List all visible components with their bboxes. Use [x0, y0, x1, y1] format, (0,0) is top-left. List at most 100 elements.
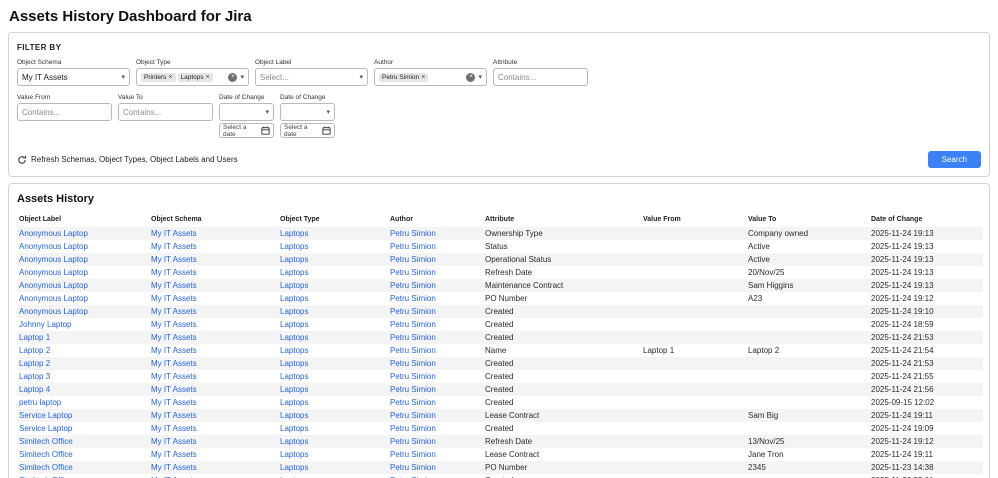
- date-to-operator-select[interactable]: ▾: [280, 103, 335, 121]
- link-object-type[interactable]: Laptops: [280, 346, 308, 355]
- link-object-type[interactable]: Laptops: [280, 333, 308, 342]
- link-object-type[interactable]: Laptops: [280, 385, 308, 394]
- link-object-type[interactable]: Laptops: [280, 281, 308, 290]
- link-object-label[interactable]: Anonymous Laptop: [19, 268, 88, 277]
- link-object-label[interactable]: petru laptop: [19, 398, 61, 407]
- link-object-label[interactable]: Anonymous Laptop: [19, 307, 88, 316]
- link-author[interactable]: Petru Simion: [390, 242, 436, 251]
- link-author[interactable]: Petru Simion: [390, 255, 436, 264]
- link-object-label[interactable]: Service Laptop: [19, 411, 72, 420]
- search-button[interactable]: Search: [928, 151, 981, 168]
- link-author[interactable]: Petru Simion: [390, 320, 436, 329]
- link-object-type[interactable]: Laptops: [280, 268, 308, 277]
- link-object-schema[interactable]: My IT Assets: [151, 294, 197, 303]
- author-multiselect[interactable]: Petru Simion× × ▾: [374, 68, 487, 86]
- link-object-type[interactable]: Laptops: [280, 411, 308, 420]
- date-to-picker[interactable]: Select a date: [280, 123, 335, 138]
- chip-remove-icon[interactable]: ×: [206, 74, 210, 81]
- link-object-type[interactable]: Laptops: [280, 372, 308, 381]
- link-object-label[interactable]: Simitech Office: [19, 437, 73, 446]
- link-object-type[interactable]: Laptops: [280, 229, 308, 238]
- link-object-label[interactable]: Anonymous Laptop: [19, 294, 88, 303]
- link-author[interactable]: Petru Simion: [390, 411, 436, 420]
- link-object-schema[interactable]: My IT Assets: [151, 411, 197, 420]
- link-object-label[interactable]: Laptop 4: [19, 385, 50, 394]
- link-author[interactable]: Petru Simion: [390, 307, 436, 316]
- chip-remove-icon[interactable]: ×: [168, 74, 172, 81]
- cell-object-schema: My IT Assets: [149, 331, 278, 344]
- link-object-schema[interactable]: My IT Assets: [151, 307, 197, 316]
- link-object-schema[interactable]: My IT Assets: [151, 372, 197, 381]
- link-author[interactable]: Petru Simion: [390, 294, 436, 303]
- link-author[interactable]: Petru Simion: [390, 281, 436, 290]
- link-object-label[interactable]: Simitech Office: [19, 450, 73, 459]
- link-object-schema[interactable]: My IT Assets: [151, 398, 197, 407]
- link-object-type[interactable]: Laptops: [280, 294, 308, 303]
- value-from-input[interactable]: [17, 103, 112, 121]
- link-author[interactable]: Petru Simion: [390, 359, 436, 368]
- link-object-type[interactable]: Laptops: [280, 450, 308, 459]
- cell-date-of-change: 2025-11-24 19:12: [869, 435, 983, 448]
- link-author[interactable]: Petru Simion: [390, 398, 436, 407]
- link-object-label[interactable]: Laptop 3: [19, 372, 50, 381]
- refresh-link[interactable]: Refresh Schemas, Object Types, Object La…: [17, 155, 238, 165]
- link-object-schema[interactable]: My IT Assets: [151, 463, 197, 472]
- link-object-label[interactable]: Service Laptop: [19, 424, 72, 433]
- link-object-label[interactable]: Anonymous Laptop: [19, 229, 88, 238]
- link-object-label[interactable]: Laptop 1: [19, 333, 50, 342]
- link-object-label[interactable]: Laptop 2: [19, 346, 50, 355]
- link-author[interactable]: Petru Simion: [390, 437, 436, 446]
- link-object-schema[interactable]: My IT Assets: [151, 268, 197, 277]
- cell-attribute: Lease Contract: [483, 409, 641, 422]
- attribute-input[interactable]: [493, 68, 588, 86]
- link-object-schema[interactable]: My IT Assets: [151, 346, 197, 355]
- link-object-schema[interactable]: My IT Assets: [151, 450, 197, 459]
- link-object-type[interactable]: Laptops: [280, 307, 308, 316]
- link-object-schema[interactable]: My IT Assets: [151, 255, 197, 264]
- link-author[interactable]: Petru Simion: [390, 268, 436, 277]
- link-author[interactable]: Petru Simion: [390, 385, 436, 394]
- clear-all-icon[interactable]: ×: [228, 73, 237, 82]
- link-object-type[interactable]: Laptops: [280, 437, 308, 446]
- link-object-type[interactable]: Laptops: [280, 320, 308, 329]
- date-from-operator-select[interactable]: ▾: [219, 103, 274, 121]
- date-from-picker[interactable]: Select a date: [219, 123, 274, 138]
- link-object-label[interactable]: Anonymous Laptop: [19, 281, 88, 290]
- link-object-schema[interactable]: My IT Assets: [151, 359, 197, 368]
- link-object-type[interactable]: Laptops: [280, 255, 308, 264]
- link-object-label[interactable]: Johnny Laptop: [19, 320, 72, 329]
- cell-date-of-change: 2025-11-24 21:56: [869, 383, 983, 396]
- link-object-label[interactable]: Laptop 2: [19, 359, 50, 368]
- object-label-select[interactable]: Select... ▾: [255, 68, 368, 86]
- link-author[interactable]: Petru Simion: [390, 346, 436, 355]
- link-object-schema[interactable]: My IT Assets: [151, 281, 197, 290]
- link-object-schema[interactable]: My IT Assets: [151, 333, 197, 342]
- link-object-type[interactable]: Laptops: [280, 424, 308, 433]
- link-object-type[interactable]: Laptops: [280, 463, 308, 472]
- cell-attribute: Created: [483, 331, 641, 344]
- link-author[interactable]: Petru Simion: [390, 229, 436, 238]
- link-author[interactable]: Petru Simion: [390, 450, 436, 459]
- value-to-input[interactable]: [118, 103, 213, 121]
- link-object-type[interactable]: Laptops: [280, 398, 308, 407]
- link-author[interactable]: Petru Simion: [390, 333, 436, 342]
- link-object-label[interactable]: Anonymous Laptop: [19, 255, 88, 264]
- link-author[interactable]: Petru Simion: [390, 424, 436, 433]
- link-object-schema[interactable]: My IT Assets: [151, 229, 197, 238]
- link-author[interactable]: Petru Simion: [390, 372, 436, 381]
- object-type-multiselect[interactable]: Printers×Laptops× × ▾: [136, 68, 249, 86]
- link-object-schema[interactable]: My IT Assets: [151, 385, 197, 394]
- chip-remove-icon[interactable]: ×: [421, 74, 425, 81]
- link-object-schema[interactable]: My IT Assets: [151, 320, 197, 329]
- link-object-label[interactable]: Simitech Office: [19, 463, 73, 472]
- link-author[interactable]: Petru Simion: [390, 463, 436, 472]
- link-object-type[interactable]: Laptops: [280, 242, 308, 251]
- link-object-schema[interactable]: My IT Assets: [151, 242, 197, 251]
- link-object-label[interactable]: Anonymous Laptop: [19, 242, 88, 251]
- object-schema-select[interactable]: My IT Assets ▾: [17, 68, 130, 86]
- link-object-type[interactable]: Laptops: [280, 359, 308, 368]
- link-object-schema[interactable]: My IT Assets: [151, 437, 197, 446]
- clear-all-icon[interactable]: ×: [466, 73, 475, 82]
- cell-object-label: Simitech Office: [17, 435, 149, 448]
- link-object-schema[interactable]: My IT Assets: [151, 424, 197, 433]
